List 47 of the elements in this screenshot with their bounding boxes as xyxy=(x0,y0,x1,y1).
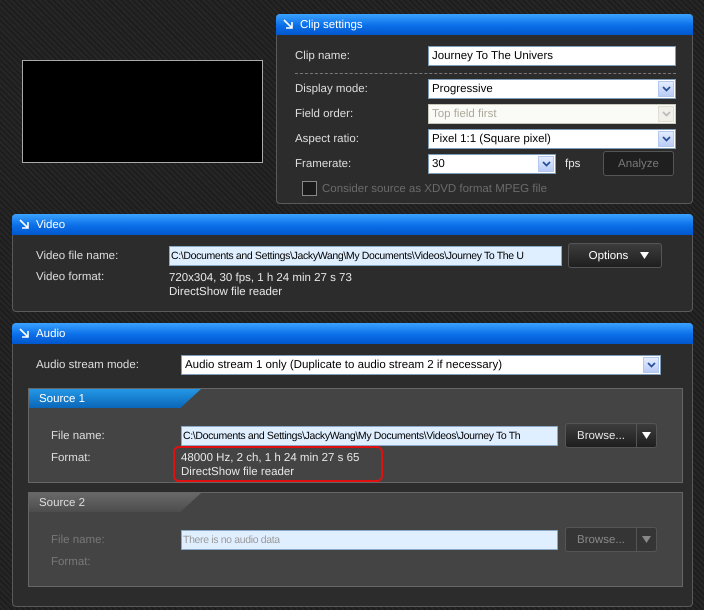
caret-icon xyxy=(642,536,651,543)
format-text: 720x304, 30 fps, 1 h 24 min 27 s 73 xyxy=(169,271,352,285)
framerate-select[interactable]: 30 xyxy=(428,154,556,174)
field-label: Display mode: xyxy=(295,82,369,94)
field-label: Clip name: xyxy=(295,50,351,62)
dropdown-button[interactable] xyxy=(658,80,674,96)
select-field[interactable]: Progressive xyxy=(428,78,676,98)
file-path-field[interactable]: C:\Documents and Settings\JackyWang\My Documents\Videos\Journey To Th xyxy=(181,426,558,446)
unit-label: fps xyxy=(565,158,582,170)
format-text: DirectShow file reader xyxy=(169,285,284,299)
field-label: Audio stream mode: xyxy=(35,358,140,370)
stream-mode-select[interactable]: Audio stream 1 only (Duplicate to audio stream 2 if necessary) xyxy=(181,354,661,374)
chevron-icon xyxy=(662,136,670,142)
field-label: Aspect ratio: xyxy=(295,132,360,144)
field-label: Field order: xyxy=(295,108,354,120)
arrow-icon xyxy=(19,219,30,230)
chevron-icon xyxy=(542,160,550,166)
browse-button[interactable]: Browse... xyxy=(565,423,657,448)
field-label: Framerate: xyxy=(295,158,352,170)
select-value: Audio stream 1 only (Duplicate to audio stream 2 if necessary) xyxy=(185,358,502,370)
chevron-icon xyxy=(646,362,656,368)
caret-icon xyxy=(640,252,650,259)
caret-icon xyxy=(642,432,651,439)
field-label: File name: xyxy=(51,430,106,442)
clip-name-field[interactable]: Journey To The Univers xyxy=(428,46,676,66)
arrow-icon xyxy=(283,19,294,30)
field-label: Video format: xyxy=(36,271,106,283)
select-value: 30 xyxy=(432,158,445,170)
options-button[interactable]: Options xyxy=(568,243,662,268)
dropdown-button[interactable] xyxy=(643,356,659,372)
select-field[interactable]: Pixel 1:1 (Square pixel) xyxy=(428,128,676,148)
checkbox-label: Consider source as XDVD format MPEG file xyxy=(322,182,547,194)
dropdown-button[interactable] xyxy=(538,156,554,172)
format-text: 48000 Hz, 2 ch, 1 h 24 min 27 s 65 xyxy=(181,451,360,465)
panel-title: Video xyxy=(36,218,66,230)
format-text: DirectShow file reader xyxy=(181,465,296,479)
file-path-field[interactable]: C:\Documents and Settings\JackyWang\My Documents\Videos\Journey To The U xyxy=(169,246,562,266)
field-label: Format: xyxy=(51,452,92,464)
panel-title: Audio xyxy=(36,328,66,340)
dropdown-button[interactable] xyxy=(658,130,674,146)
select-value: Pixel 1:1 (Square pixel) xyxy=(432,132,551,144)
arrow-icon xyxy=(19,328,30,339)
chevron-icon xyxy=(662,110,670,116)
field-label: Video file name: xyxy=(36,250,120,262)
chevron-icon xyxy=(662,86,670,92)
panel-title: Clip settings xyxy=(300,18,363,30)
select-value: Progressive xyxy=(432,82,493,94)
